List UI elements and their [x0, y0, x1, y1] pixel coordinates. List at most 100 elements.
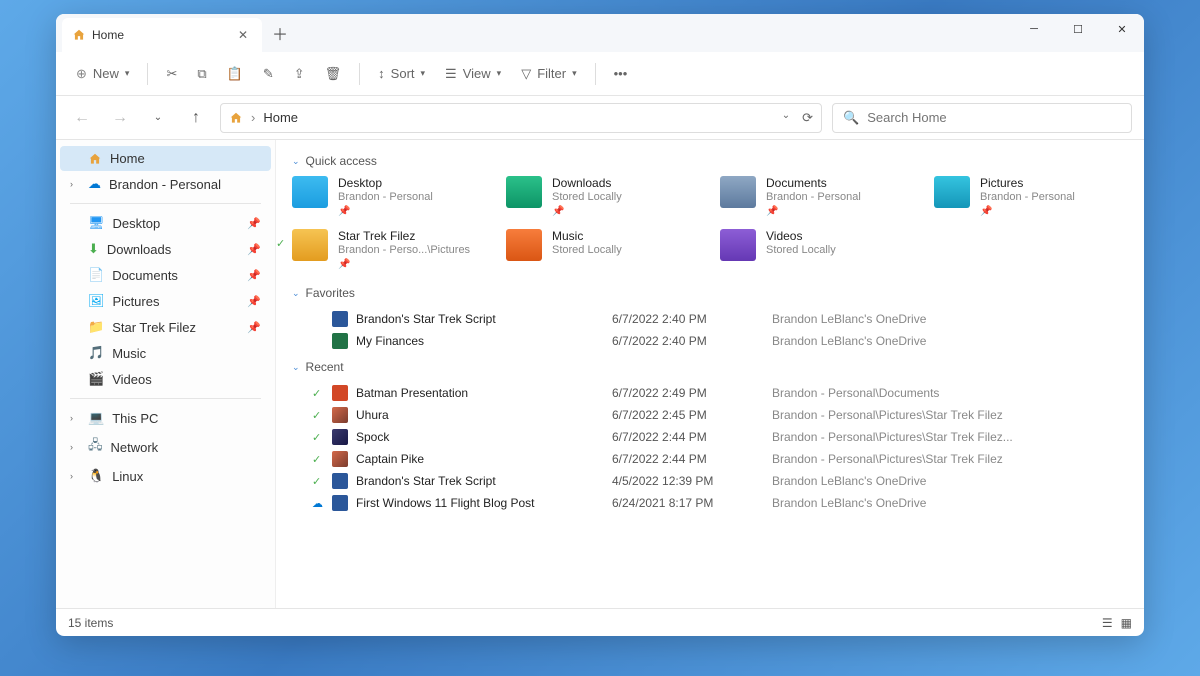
sidebar-item-documents[interactable]: 📄 Documents 📌	[60, 262, 271, 288]
sync-icon: ✓	[312, 475, 324, 488]
home-icon	[72, 28, 86, 42]
file-row[interactable]: ✓Captain Pike 6/7/2022 2:44 PM Brandon -…	[292, 448, 1128, 470]
chevron-down-icon: ▾	[421, 68, 426, 79]
pin-icon: 📌	[247, 321, 261, 334]
sidebar-item-home[interactable]: Home	[60, 146, 271, 171]
delete-button[interactable]: 🗑	[317, 62, 350, 86]
sort-button[interactable]: ↕ Sort ▾	[370, 62, 433, 85]
search-box[interactable]: 🔍	[832, 103, 1132, 133]
maximize-button[interactable]: ☐	[1056, 14, 1100, 44]
breadcrumb[interactable]: › Home ⌄ ⟳	[220, 103, 822, 133]
qa-documents[interactable]: DocumentsBrandon - Personal📌	[720, 176, 914, 217]
sidebar-item-desktop[interactable]: 🖥 Desktop 📌	[60, 210, 271, 236]
file-row[interactable]: ✓Uhura 6/7/2022 2:45 PM Brandon - Person…	[292, 404, 1128, 426]
chevron-down-icon: ▾	[125, 68, 130, 79]
search-input[interactable]	[867, 110, 1121, 125]
forward-button[interactable]: →	[106, 104, 134, 132]
share-icon: ⇪	[294, 66, 305, 82]
address-bar: ← → ⌄ ↑ › Home ⌄ ⟳ 🔍	[56, 96, 1144, 140]
file-row[interactable]: Brandon's Star Trek Script 6/7/2022 2:40…	[292, 308, 1128, 330]
file-row[interactable]: ✓Batman Presentation 6/7/2022 2:49 PM Br…	[292, 382, 1128, 404]
titlebar: Home ✕ ＋ ─ ☐ ✕	[56, 14, 1144, 52]
more-button[interactable]: •••	[606, 62, 636, 85]
qa-videos[interactable]: VideosStored Locally	[720, 229, 914, 270]
new-button[interactable]: ⊕ New ▾	[68, 62, 137, 86]
statusbar: 15 items ☰ ▦	[56, 608, 1144, 636]
expand-icon[interactable]: ›	[70, 442, 80, 452]
file-row[interactable]: ☁First Windows 11 Flight Blog Post 6/24/…	[292, 492, 1128, 514]
file-explorer-window: Home ✕ ＋ ─ ☐ ✕ ⊕ New ▾ ✂ ⧉ 📋 ✎ ⇪ 🗑 ↕ Sor…	[56, 14, 1144, 636]
thumbnails-view-button[interactable]: ▦	[1121, 616, 1132, 630]
sync-icon: ✓	[312, 431, 324, 444]
sync-icon: ✓	[276, 237, 285, 250]
window-controls: ─ ☐ ✕	[1012, 14, 1144, 44]
pictures-folder-icon	[934, 176, 970, 208]
expand-icon[interactable]: ›	[70, 179, 80, 189]
sidebar-item-downloads[interactable]: ⬇ Downloads 📌	[60, 236, 271, 262]
chevron-down-icon: ⌄	[292, 156, 300, 167]
copy-button[interactable]: ⧉	[189, 62, 214, 86]
rename-button[interactable]: ✎	[255, 62, 282, 86]
expand-icon[interactable]: ›	[70, 413, 80, 423]
cut-button[interactable]: ✂	[158, 62, 185, 86]
close-tab-icon[interactable]: ✕	[238, 28, 248, 42]
sidebar-item-pictures[interactable]: 🖼 Pictures 📌	[60, 288, 271, 314]
breadcrumb-current: Home	[263, 110, 298, 125]
filter-button[interactable]: ▽ Filter ▾	[513, 62, 584, 86]
home-icon	[88, 152, 102, 166]
recent-locations-button[interactable]: ⌄	[144, 104, 172, 132]
word-icon	[332, 311, 348, 327]
image-icon	[332, 429, 348, 445]
qa-music[interactable]: MusicStored Locally	[506, 229, 700, 270]
expand-icon[interactable]: ›	[70, 471, 80, 481]
sidebar-item-thispc[interactable]: › 💻 This PC	[60, 405, 271, 431]
delete-icon: 🗑	[325, 66, 342, 82]
section-recent[interactable]: ⌄ Recent	[292, 360, 1128, 374]
qa-downloads[interactable]: DownloadsStored Locally📌	[506, 176, 700, 217]
sidebar-item-music[interactable]: 🎵 Music	[60, 340, 271, 366]
breadcrumb-separator: ›	[251, 110, 255, 125]
refresh-icon[interactable]: ⟳	[802, 110, 813, 126]
folder-icon	[292, 229, 328, 261]
home-icon	[229, 111, 243, 125]
section-quick-access[interactable]: ⌄ Quick access	[292, 154, 1128, 168]
tab-label: Home	[92, 28, 124, 42]
section-favorites[interactable]: ⌄ Favorites	[292, 286, 1128, 300]
pin-icon: 📌	[552, 206, 622, 217]
file-row[interactable]: ✓Spock 6/7/2022 2:44 PM Brandon - Person…	[292, 426, 1128, 448]
pin-icon: 📌	[338, 206, 433, 217]
file-row[interactable]: My Finances 6/7/2022 2:40 PM Brandon LeB…	[292, 330, 1128, 352]
close-button[interactable]: ✕	[1100, 14, 1144, 44]
sidebar-item-startrek[interactable]: 📁 Star Trek Filez 📌	[60, 314, 271, 340]
up-button[interactable]: ↑	[182, 104, 210, 132]
qa-startrek[interactable]: ✓ Star Trek FilezBrandon - Perso...\Pict…	[292, 229, 486, 270]
sidebar-item-videos[interactable]: 🎬 Videos	[60, 366, 271, 392]
sidebar-item-linux[interactable]: › 🐧 Linux	[60, 463, 271, 489]
documents-folder-icon	[720, 176, 756, 208]
cloud-sync-icon: ☁	[312, 497, 324, 510]
pin-icon: 📌	[247, 295, 261, 308]
item-count: 15 items	[68, 616, 113, 630]
pin-icon: 📌	[247, 217, 261, 230]
copy-icon: ⧉	[197, 66, 206, 82]
pictures-icon: 🖼	[88, 293, 105, 309]
paste-button[interactable]: 📋	[219, 62, 251, 86]
file-row[interactable]: ✓Brandon's Star Trek Script 4/5/2022 12:…	[292, 470, 1128, 492]
linux-icon: 🐧	[88, 468, 104, 484]
minimize-button[interactable]: ─	[1012, 14, 1056, 44]
view-button[interactable]: ☰ View ▾	[437, 62, 509, 86]
tab-home[interactable]: Home ✕	[62, 18, 262, 52]
sync-icon: ✓	[312, 409, 324, 422]
share-button[interactable]: ⇪	[286, 62, 313, 86]
back-button[interactable]: ←	[68, 104, 96, 132]
music-folder-icon	[506, 229, 542, 261]
details-view-button[interactable]: ☰	[1102, 616, 1113, 630]
chevron-down-icon[interactable]: ⌄	[782, 110, 790, 126]
sidebar-item-network[interactable]: › 🖧 Network	[60, 431, 271, 463]
qa-desktop[interactable]: DesktopBrandon - Personal📌	[292, 176, 486, 217]
pin-icon: 📌	[338, 259, 470, 270]
qa-pictures[interactable]: PicturesBrandon - Personal📌	[934, 176, 1128, 217]
chevron-down-icon: ⌄	[292, 362, 300, 373]
new-tab-button[interactable]: ＋	[272, 21, 288, 45]
sidebar-item-onedrive[interactable]: › ☁ Brandon - Personal	[60, 171, 271, 197]
